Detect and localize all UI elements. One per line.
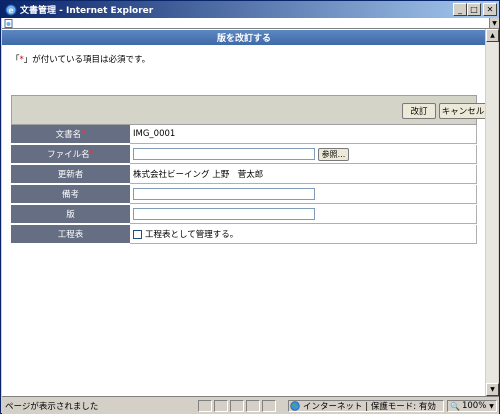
window-controls: _ □ ✕ xyxy=(453,3,497,16)
required-mark: * xyxy=(89,149,94,159)
status-segment xyxy=(230,400,244,412)
page-icon xyxy=(4,18,13,28)
required-mark: * xyxy=(81,129,86,139)
version-label: 版 xyxy=(11,205,130,224)
required-notice: 「*」が付いている項目は必須です。 xyxy=(11,53,150,65)
address-strip: ▼ xyxy=(2,18,499,29)
action-toolbar: 改訂 キャンセル xyxy=(11,95,487,125)
chevron-down-icon: ▼ xyxy=(489,402,494,410)
version-input[interactable] xyxy=(133,208,315,220)
doc-name-label: 文書名 * xyxy=(11,125,130,144)
zoom-control[interactable]: 🔍 100% ▼ xyxy=(447,400,497,412)
globe-icon xyxy=(290,401,300,411)
form-row-remarks: 備考 xyxy=(11,185,477,204)
browse-button[interactable]: 参照... xyxy=(318,147,349,161)
status-segment xyxy=(246,400,260,412)
form-row-file-name: ファイル名 * 参照... xyxy=(11,145,477,164)
form-row-process: 工程表 工程表として管理する。 xyxy=(11,225,477,244)
scroll-down-icon[interactable]: ▼ xyxy=(486,383,499,396)
file-name-input[interactable] xyxy=(133,148,315,160)
status-text: ページが表示されました xyxy=(5,402,99,412)
zoom-icon: 🔍 xyxy=(450,401,460,411)
page-title: 版を改訂する xyxy=(2,30,486,45)
close-icon: ✕ xyxy=(486,4,494,14)
security-zone[interactable]: インターネット | 保護モード: 有効 xyxy=(288,400,444,412)
maximize-button[interactable]: □ xyxy=(467,3,481,16)
process-checkbox-label[interactable]: 工程表として管理する。 xyxy=(145,228,238,240)
remarks-label: 備考 xyxy=(11,185,130,204)
zoom-level: 100% xyxy=(461,401,487,411)
page-content: 版を改訂する 「*」が付いている項目は必須です。 改訂 キャンセル 文書名 * I… xyxy=(2,29,487,396)
dropdown-icon[interactable]: ▼ xyxy=(489,18,499,28)
status-segment xyxy=(214,400,228,412)
version-cell xyxy=(130,205,477,224)
notice-suffix: 」が付いている項目は必須です。 xyxy=(23,55,151,65)
vertical-scrollbar[interactable]: ▲ ▼ xyxy=(485,29,499,396)
ie-logo-icon: e xyxy=(4,3,17,16)
maximize-icon: □ xyxy=(470,4,478,14)
revision-form: 文書名 * IMG_0001 ファイル名 * 参照... 更新者 株式会社ビーイング… xyxy=(11,125,477,245)
svg-text:e: e xyxy=(8,5,13,15)
file-name-cell: 参照... xyxy=(130,145,477,164)
process-checkbox[interactable] xyxy=(133,229,142,239)
notice-prefix: 「 xyxy=(11,55,20,65)
file-name-label-text: ファイル名 xyxy=(47,150,90,160)
title-bar: e 文書管理 - Internet Explorer _ □ ✕ xyxy=(1,1,499,18)
remarks-input[interactable] xyxy=(133,188,315,200)
save-button[interactable]: 改訂 xyxy=(402,103,436,119)
status-bar: ページが表示されました インターネット | 保護モード: 有効 🔍 100% ▼ xyxy=(2,396,499,414)
process-cell: 工程表として管理する。 xyxy=(130,225,477,244)
doc-name-value: IMG_0001 xyxy=(130,125,477,144)
scroll-up-icon[interactable]: ▲ xyxy=(486,29,499,42)
updater-label: 更新者 xyxy=(11,165,130,184)
close-button[interactable]: ✕ xyxy=(483,3,497,16)
browser-window: e 文書管理 - Internet Explorer _ □ ✕ ▼ 版を改訂す… xyxy=(0,0,500,414)
status-segment xyxy=(262,400,276,412)
window-title: 文書管理 - Internet Explorer xyxy=(20,6,154,16)
form-row-doc-name: 文書名 * IMG_0001 xyxy=(11,125,477,144)
file-name-label: ファイル名 * xyxy=(11,145,130,164)
process-label: 工程表 xyxy=(11,225,130,244)
remarks-cell xyxy=(130,185,477,204)
minimize-button[interactable]: _ xyxy=(453,3,467,16)
status-segment xyxy=(198,400,212,412)
minimize-icon: _ xyxy=(458,4,462,14)
cancel-button[interactable]: キャンセル xyxy=(439,103,487,119)
doc-name-label-text: 文書名 xyxy=(55,130,82,140)
form-row-updater: 更新者 株式会社ビーイング 上野 菅太郎 xyxy=(11,165,477,184)
updater-value: 株式会社ビーイング 上野 菅太郎 xyxy=(130,165,477,184)
form-row-version: 版 xyxy=(11,205,477,224)
zone-text: インターネット | 保護モード: 有効 xyxy=(303,402,436,412)
